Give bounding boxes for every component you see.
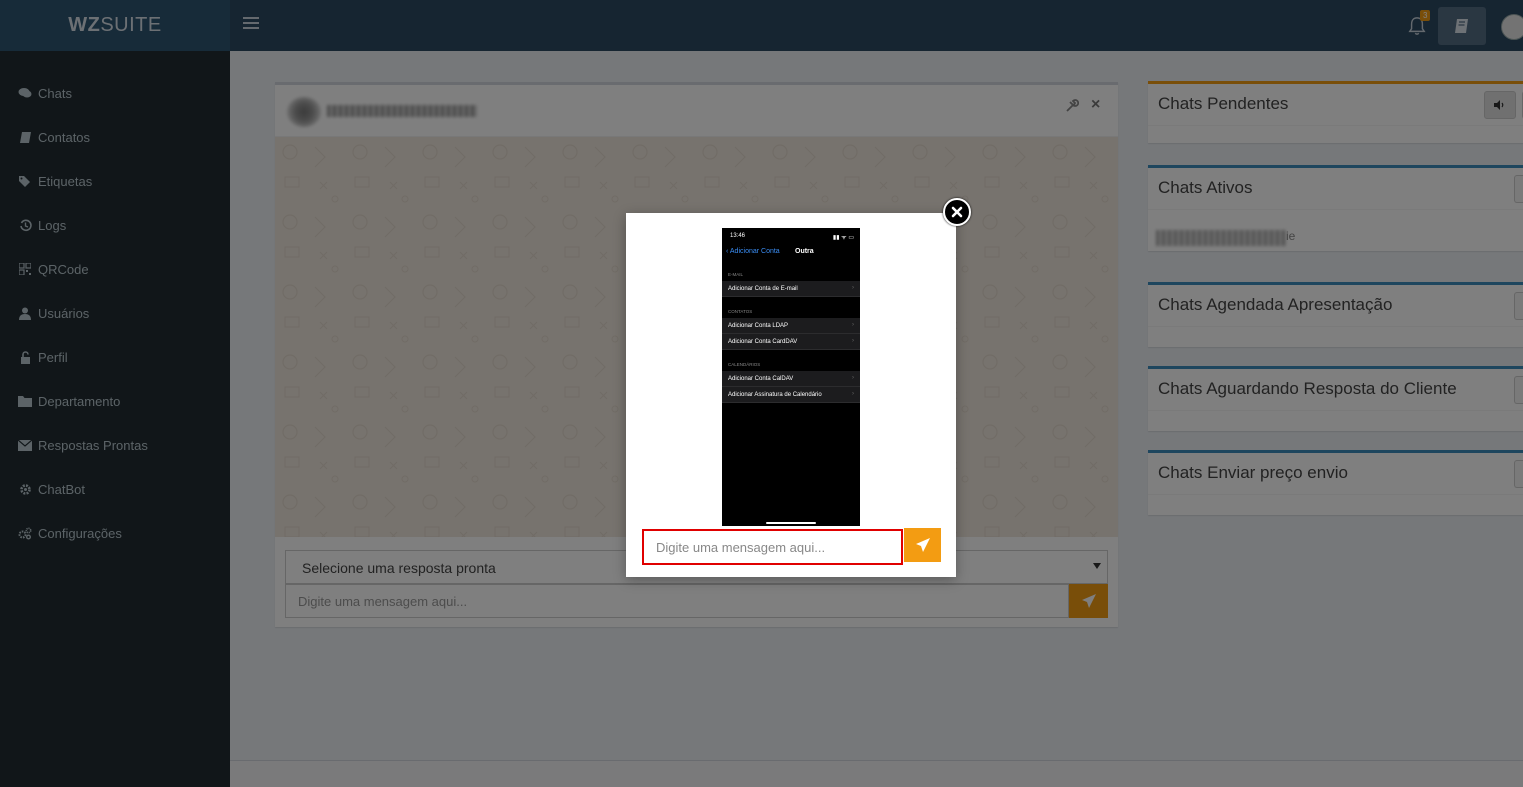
phone-row: Adicionar Conta de E-mail ›	[722, 281, 860, 297]
phone-back-link: ‹ Adicionar Conta	[726, 248, 780, 255]
close-icon[interactable]	[943, 198, 971, 226]
phone-home-indicator	[766, 522, 816, 524]
paper-plane-icon	[915, 538, 930, 552]
phone-status-time: 13:46	[730, 233, 746, 239]
phone-title: Outra	[795, 248, 814, 255]
modal-message-placeholder: Digite uma mensagem aqui...	[656, 540, 826, 555]
modal-message-input[interactable]: Digite uma mensagem aqui...	[642, 529, 903, 565]
phone-section-header: E-MAIL	[728, 272, 744, 277]
phone-status-icons: ▮▮ ᯤ ▭	[832, 235, 854, 241]
modal-send-button[interactable]	[904, 528, 941, 562]
phone-section-header: CONTATOS	[728, 309, 753, 314]
phone-row: Adicionar Conta CardDAV ›	[722, 334, 860, 350]
phone-row: Adicionar Conta CalDAV ›	[722, 371, 860, 387]
phone-row: Adicionar Conta LDAP ›	[722, 318, 860, 334]
phone-section-header: CALENDÁRIOS	[728, 362, 761, 367]
image-preview: 13:46 ▮▮ ᯤ ▭ ‹ Adicionar Conta Outra E-M…	[722, 228, 860, 526]
phone-row: Adicionar Assinatura de Calendário ›	[722, 387, 860, 403]
image-preview-modal: 13:46 ▮▮ ᯤ ▭ ‹ Adicionar Conta Outra E-M…	[626, 213, 956, 577]
